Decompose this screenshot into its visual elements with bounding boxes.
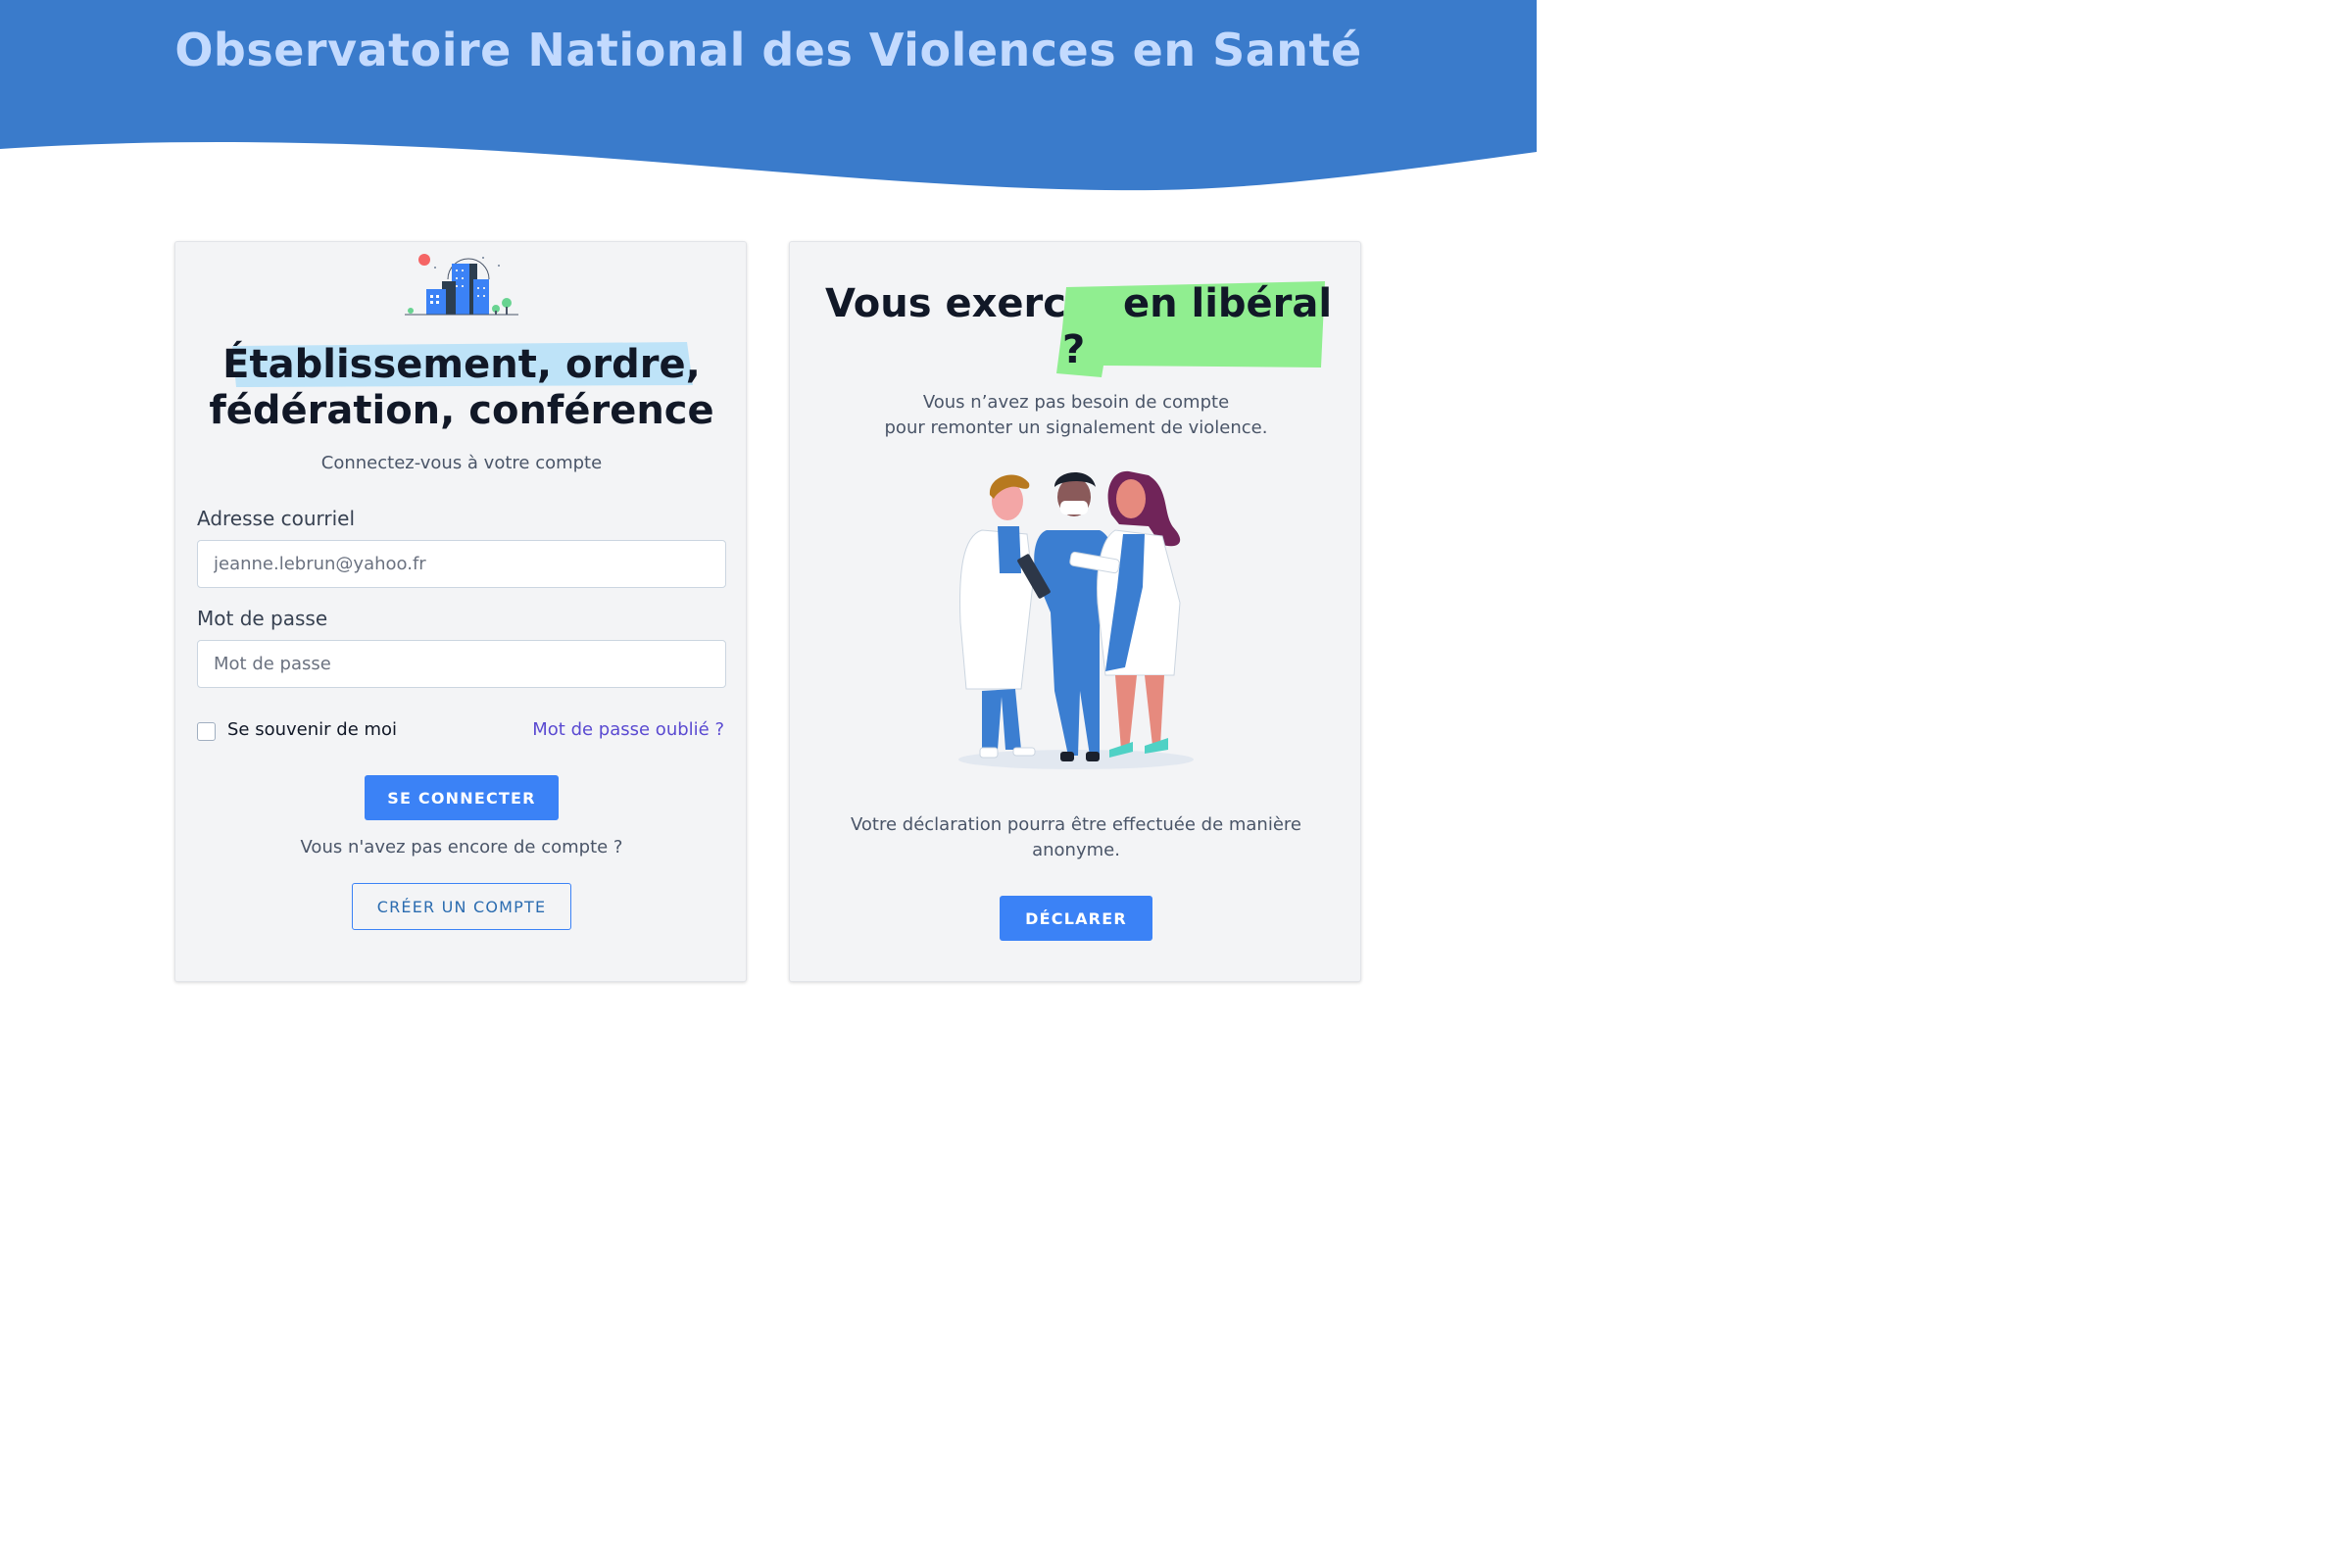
login-card-title: Établissement, ordre, fédération, confér…: [175, 342, 748, 434]
medical-staff-illustration: [958, 470, 1194, 769]
site-title: Observatoire National des Violences en S…: [174, 24, 1362, 76]
remember-me-checkbox[interactable]: [197, 722, 216, 741]
liberal-intro-line2: pour remonter un signalement de violence…: [884, 417, 1268, 438]
liberal-title-part3: ?: [1062, 327, 1086, 372]
liberal-card: Vous exerc en libéral ? Vous n’avez pas b…: [789, 241, 1361, 982]
declare-button[interactable]: DÉCLARER: [1000, 896, 1152, 941]
liberal-intro: Vous n’avez pas besoin de compte pour re…: [819, 390, 1333, 441]
liberal-card-title: Vous exerc en libéral ?: [825, 281, 1335, 373]
anonymous-text: Votre déclaration pourra être effectuée …: [851, 814, 1301, 860]
site-header: Observatoire National des Violences en S…: [0, 0, 1537, 196]
create-account-button[interactable]: CRÉER UN COMPTE: [352, 883, 571, 930]
email-label: Adresse courriel: [197, 507, 356, 530]
password-label: Mot de passe: [197, 607, 328, 630]
login-card: Établissement, ordre, fédération, confér…: [174, 241, 747, 982]
password-input[interactable]: [197, 640, 726, 688]
liberal-intro-line1: Vous n’avez pas besoin de compte: [922, 392, 1230, 413]
no-account-text: Vous n'avez pas encore de compte ?: [300, 837, 623, 858]
login-card-title-line1: Établissement, ordre,: [222, 342, 701, 387]
city-buildings-illustration: [405, 254, 518, 316]
liberal-title-part2: en libéral: [1122, 281, 1333, 326]
login-card-title-line2: fédération, conférence: [209, 388, 714, 433]
login-button[interactable]: SE CONNECTER: [365, 775, 559, 820]
remember-me-label[interactable]: Se souvenir de moi: [227, 719, 397, 740]
liberal-title-part1: Vous exerc: [825, 281, 1066, 326]
login-subtitle: Connectez-vous à votre compte: [320, 453, 603, 473]
forgot-password-link[interactable]: Mot de passe oublié ?: [532, 719, 724, 740]
email-input[interactable]: [197, 540, 726, 588]
